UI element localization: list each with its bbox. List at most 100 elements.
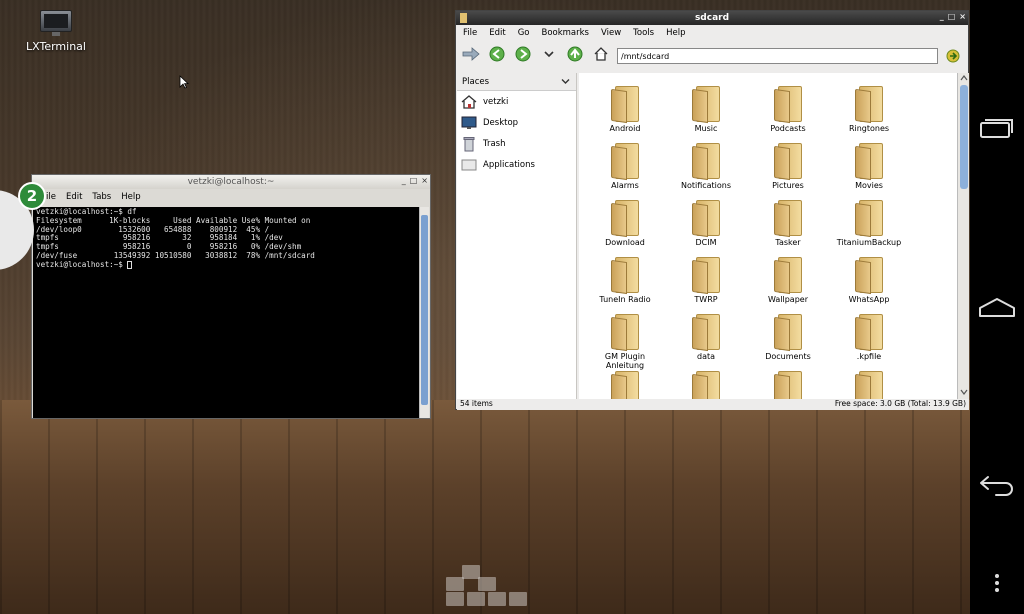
file-label: Movies xyxy=(855,181,883,190)
file-item[interactable]: Movies xyxy=(828,143,910,190)
file-label: Music xyxy=(694,124,718,133)
recent-apps-icon xyxy=(980,119,1013,138)
file-item[interactable]: WhatsApp xyxy=(828,257,910,304)
file-item[interactable]: data xyxy=(665,314,747,361)
file-item[interactable] xyxy=(584,371,666,399)
desktop: LXTerminal vetzki@localhost:~ _ □ × ile … xyxy=(0,0,970,614)
go-icon[interactable] xyxy=(945,48,961,64)
file-label: Alarms xyxy=(611,181,639,190)
scroll-up-icon[interactable] xyxy=(960,75,968,81)
folder-icon xyxy=(611,86,639,124)
new-tab-icon[interactable] xyxy=(461,44,481,64)
desktop-icon-lxterminal[interactable]: LXTerminal xyxy=(24,10,88,53)
file-label: WhatsApp xyxy=(848,295,890,304)
places-header[interactable]: Places xyxy=(457,73,576,91)
close-icon[interactable]: × xyxy=(421,176,428,185)
file-label: Download xyxy=(605,238,645,247)
file-item[interactable]: Download xyxy=(584,200,666,247)
terminal-output[interactable]: vetzki@localhost:~$ df Filesystem 1K-bloc… xyxy=(33,207,420,418)
menu-edit[interactable]: Edit xyxy=(66,192,82,202)
app-drawer-handle[interactable] xyxy=(446,565,527,614)
overflow-menu-button[interactable] xyxy=(970,556,1024,610)
close-icon[interactable]: × xyxy=(959,12,966,21)
folder-icon xyxy=(692,86,720,124)
menu-bookmarks[interactable]: Bookmarks xyxy=(542,28,590,38)
file-manager-window: sdcard _ □ × File Edit Go Bookmarks View… xyxy=(455,10,969,410)
file-item[interactable]: TWRP xyxy=(665,257,747,304)
file-item[interactable] xyxy=(747,371,829,399)
sidebar-item-home[interactable]: vetzki xyxy=(457,91,576,112)
overflow-menu-icon xyxy=(995,574,999,592)
menu-file[interactable]: File xyxy=(463,28,477,38)
sidebar-item-trash[interactable]: Trash xyxy=(457,133,576,154)
dock-cell xyxy=(446,592,464,606)
menu-view[interactable]: View xyxy=(601,28,621,38)
file-item[interactable] xyxy=(828,371,910,399)
file-item[interactable]: DCIM xyxy=(665,200,747,247)
home-button[interactable] xyxy=(970,280,1024,334)
file-label: GM Plugin Anleitung xyxy=(604,352,646,370)
file-item[interactable]: GM Plugin Anleitung xyxy=(584,314,666,370)
file-item[interactable]: Pictures xyxy=(747,143,829,190)
folder-icon xyxy=(855,200,883,238)
window-title: sdcard xyxy=(694,13,730,23)
folder-icon xyxy=(611,371,639,399)
file-item[interactable]: Podcasts xyxy=(747,86,829,133)
file-item[interactable]: .kpfile xyxy=(828,314,910,361)
folder-icon xyxy=(692,200,720,238)
path-input[interactable] xyxy=(617,48,938,64)
file-label: Ringtones xyxy=(848,124,890,133)
notification-bubble[interactable]: 2 xyxy=(0,182,46,270)
menu-edit[interactable]: Edit xyxy=(489,28,505,38)
file-item[interactable]: Music xyxy=(665,86,747,133)
history-dropdown-icon[interactable] xyxy=(539,44,559,64)
menu-go[interactable]: Go xyxy=(518,28,530,38)
terminal-window: vetzki@localhost:~ _ □ × ile Edit Tabs H… xyxy=(31,174,431,419)
terminal-scrollbar[interactable] xyxy=(419,207,429,418)
scrollbar-thumb[interactable] xyxy=(421,215,428,405)
terminal-titlebar[interactable]: vetzki@localhost:~ _ □ × xyxy=(32,175,430,189)
menu-help[interactable]: Help xyxy=(666,28,685,38)
home-icon[interactable] xyxy=(591,44,611,64)
file-item[interactable]: Ringtones xyxy=(828,86,910,133)
maximize-icon[interactable]: □ xyxy=(410,176,418,185)
back-icon[interactable] xyxy=(487,44,507,64)
file-item[interactable] xyxy=(665,371,747,399)
maximize-icon[interactable]: □ xyxy=(948,12,956,21)
file-item[interactable]: TitaniumBackup xyxy=(828,200,910,247)
sidebar-item-applications[interactable]: Applications xyxy=(457,154,576,175)
file-item[interactable]: Tasker xyxy=(747,200,829,247)
file-manager-titlebar[interactable]: sdcard _ □ × xyxy=(456,11,968,25)
menu-tools[interactable]: Tools xyxy=(633,28,654,38)
file-item[interactable]: TuneIn Radio xyxy=(584,257,666,304)
file-item[interactable]: Documents xyxy=(747,314,829,361)
folder-icon xyxy=(855,143,883,181)
scroll-down-icon[interactable] xyxy=(960,389,968,395)
back-button[interactable] xyxy=(970,458,1024,512)
file-item[interactable]: Alarms xyxy=(584,143,666,190)
file-label: Tasker xyxy=(775,238,801,247)
file-item[interactable]: Wallpaper xyxy=(747,257,829,304)
terminal-title: vetzki@localhost:~ xyxy=(187,177,275,187)
scrollbar-thumb[interactable] xyxy=(960,85,968,189)
places-title: Places xyxy=(462,76,490,87)
trash-icon xyxy=(463,136,475,151)
file-label: TWRP xyxy=(694,295,718,304)
sidebar-item-desktop[interactable]: Desktop xyxy=(457,112,576,133)
menu-tabs[interactable]: Tabs xyxy=(92,192,111,202)
sidebar-item-label: Desktop xyxy=(483,117,519,128)
mouse-pointer-icon xyxy=(179,75,189,89)
file-item[interactable]: Notifications xyxy=(665,143,747,190)
file-grid-scrollbar[interactable] xyxy=(957,73,969,399)
recent-apps-button[interactable] xyxy=(970,100,1024,154)
file-label: .kpfile xyxy=(856,352,882,361)
up-icon[interactable] xyxy=(565,44,585,64)
minimize-icon[interactable]: _ xyxy=(940,12,944,21)
dock-cell xyxy=(467,592,485,606)
file-label: DCIM xyxy=(695,238,717,247)
file-item[interactable]: Android xyxy=(584,86,666,133)
forward-icon[interactable] xyxy=(513,44,533,64)
menu-file[interactable]: ile xyxy=(46,192,56,202)
menu-help[interactable]: Help xyxy=(121,192,140,202)
minimize-icon[interactable]: _ xyxy=(402,176,406,185)
